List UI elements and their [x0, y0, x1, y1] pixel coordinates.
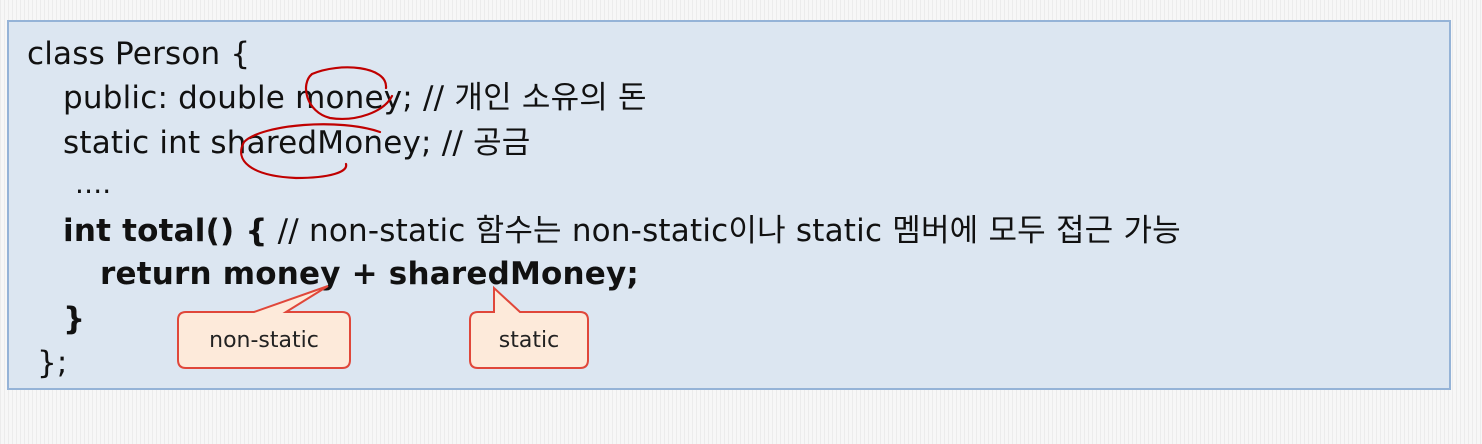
code-line-money: public: double money; // 개인 소유의 돈: [63, 80, 647, 116]
code-total-signature: int total() {: [63, 213, 268, 249]
code-line-close-brace: }: [63, 299, 85, 339]
code-line-class-end: };: [37, 345, 68, 381]
code-line-shared-money: static int sharedMoney; // 공금: [63, 125, 531, 161]
code-line-ellipsis: ....: [75, 167, 112, 200]
code-box: class Person { public: double money; // …: [7, 20, 1451, 390]
code-return-statement: return money + sharedMoney;: [100, 256, 639, 292]
code-line-class-decl: class Person {: [27, 36, 251, 72]
code-line-total: int total() { // non-static 함수는 non-stat…: [63, 211, 1181, 251]
code-close-brace: }: [63, 301, 86, 337]
code-total-comment: // non-static 함수는 non-static이나 static 멤버…: [267, 213, 1181, 249]
code-line-return: return money + sharedMoney;: [100, 254, 639, 294]
